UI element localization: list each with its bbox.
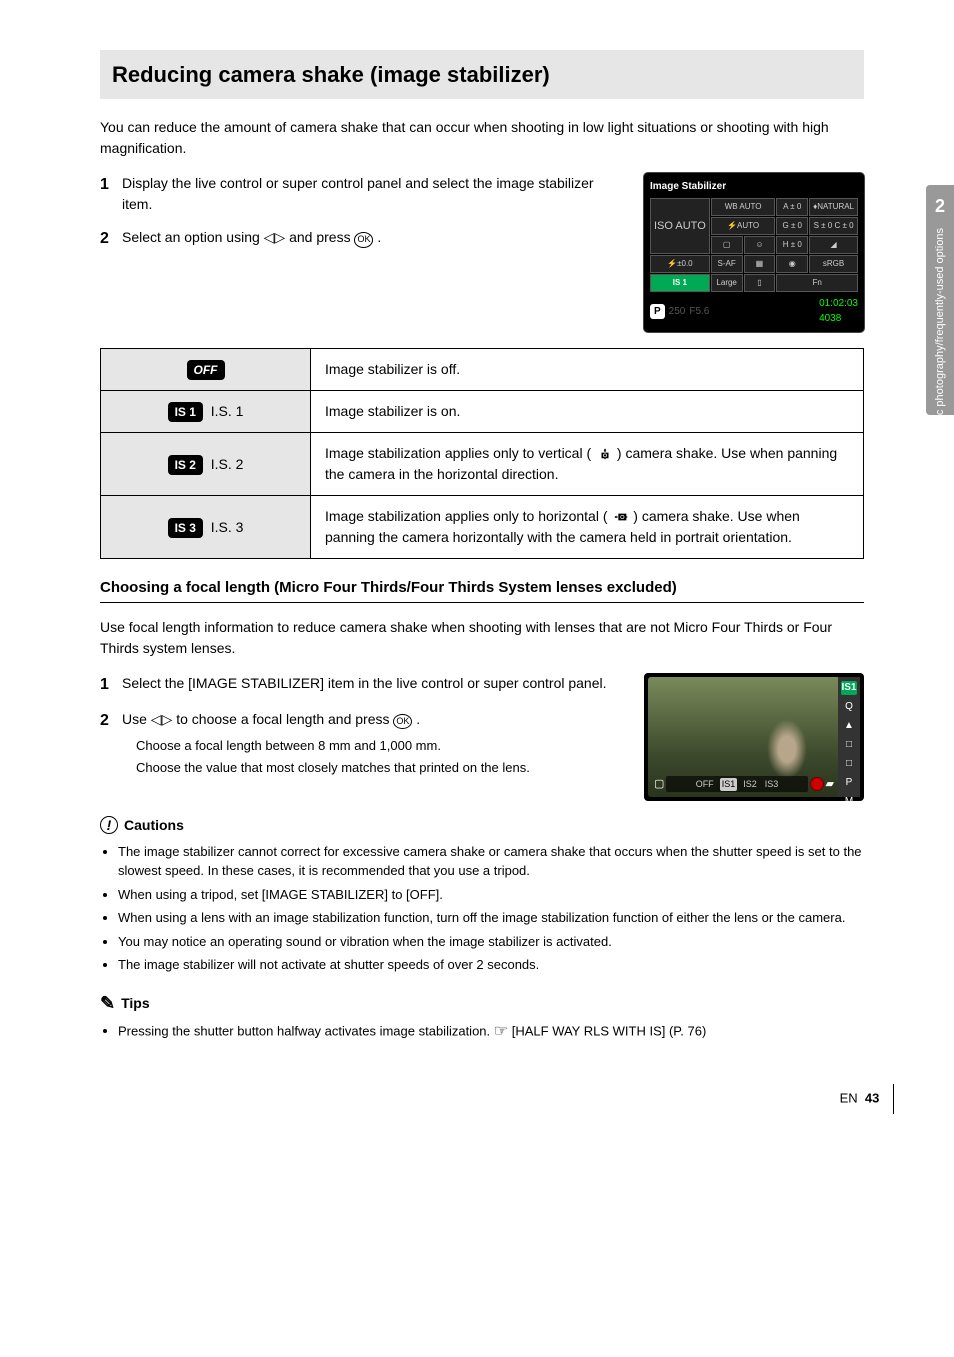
side-opt: □ bbox=[841, 757, 857, 771]
cautions-list: The image stabilizer cannot correct for … bbox=[100, 842, 864, 975]
bullet: Choose a focal length between 8 mm and 1… bbox=[136, 736, 624, 756]
tips-list: Pressing the shutter button halfway acti… bbox=[100, 1020, 864, 1044]
vertical-shake-icon bbox=[597, 447, 613, 461]
side-opt: M bbox=[841, 795, 857, 809]
mode-label: I.S. 3 bbox=[211, 519, 244, 535]
step2-a: Select an option using bbox=[122, 229, 264, 245]
sp-srgb: sRGB bbox=[809, 255, 858, 273]
sp-aspect: ▯ bbox=[744, 274, 776, 292]
page-number: 43 bbox=[865, 1090, 879, 1105]
ok-icon: OK bbox=[393, 714, 412, 730]
mode-desc: Image stabilizer is on. bbox=[311, 391, 864, 433]
sp-wb: WB AUTO bbox=[711, 198, 776, 216]
tip-item: Pressing the shutter button halfway acti… bbox=[118, 1020, 864, 1044]
mode-badge-is1: IS 1 bbox=[168, 402, 203, 422]
is-option-track: OFF IS1 IS2 IS3 bbox=[666, 776, 807, 792]
caution-item: You may notice an operating sound or vib… bbox=[118, 932, 864, 952]
sp-meter: ▦ bbox=[744, 255, 776, 273]
step-text: Select the [IMAGE STABILIZER] item in th… bbox=[122, 673, 624, 697]
side-opt: □ bbox=[841, 738, 857, 752]
step-text: Select an option using ◁▷ and press OK . bbox=[122, 227, 624, 251]
step-text: Display the live control or super contro… bbox=[122, 173, 624, 215]
focal-desc: Use focal length information to reduce c… bbox=[100, 617, 864, 659]
caution-item: When using a tripod, set [IMAGE STABILIZ… bbox=[118, 885, 864, 905]
cautions-title: Cautions bbox=[124, 815, 184, 836]
step-text: Use ◁▷ to choose a focal length and pres… bbox=[122, 711, 420, 727]
sp-h0: H ± 0 bbox=[776, 236, 808, 254]
mode-label: I.S. 1 bbox=[211, 403, 244, 419]
sp-flashauto: ⚡AUTO bbox=[711, 217, 776, 235]
ok-icon: OK bbox=[354, 232, 373, 248]
mode-label: I.S. 2 bbox=[211, 456, 244, 472]
step-number: 2 bbox=[100, 709, 122, 781]
live-control-preview: IS1 Q ▲ □ □ P M ▢ OFF IS1 IS2 IS3 ▰ bbox=[644, 673, 864, 801]
sp-aperture: F5.6 bbox=[689, 304, 709, 319]
tips-title: Tips bbox=[121, 993, 150, 1014]
left-right-icon: ◁▷ bbox=[151, 711, 173, 727]
mode-desc: Image stabilization applies only to hori… bbox=[311, 496, 864, 559]
caution-item: When using a lens with an image stabiliz… bbox=[118, 908, 864, 928]
table-row: IS 1 I.S. 1 Image stabilizer is on. bbox=[101, 391, 864, 433]
page-lang: EN bbox=[840, 1090, 858, 1105]
sp-globe: ◉ bbox=[776, 255, 808, 273]
live-side-menu: IS1 Q ▲ □ □ P M bbox=[838, 677, 860, 797]
tips-icon: ✎ bbox=[100, 994, 115, 1012]
sp-fcomp: ⚡±0.0 bbox=[650, 255, 710, 273]
sp-a0: A ± 0 bbox=[776, 198, 808, 216]
sp-grad: ◢ bbox=[809, 236, 858, 254]
section-title: Reducing camera shake (image stabilizer) bbox=[100, 50, 864, 99]
left-right-icon: ◁▷ bbox=[264, 229, 286, 245]
sp-counter: 01:02:03 4038 bbox=[819, 296, 858, 326]
reference-icon: ☞ bbox=[494, 1023, 508, 1040]
mode-table: OFF Image stabilizer is off. IS 1 I.S. 1… bbox=[100, 348, 864, 559]
record-icon bbox=[810, 777, 824, 791]
caution-icon: ! bbox=[100, 816, 118, 834]
intro-text: You can reduce the amount of camera shak… bbox=[100, 117, 864, 159]
step-number: 1 bbox=[100, 173, 122, 215]
mode-desc: Image stabilization applies only to vert… bbox=[311, 433, 864, 496]
table-row: IS 2 I.S. 2 Image stabilization applies … bbox=[101, 433, 864, 496]
side-opt: Q bbox=[841, 700, 857, 714]
sp-g0: G ± 0 bbox=[776, 217, 808, 235]
sp-shutter: 250 bbox=[669, 304, 686, 319]
sp-iso: ISO AUTO bbox=[650, 198, 710, 254]
sp-saf: S-AF bbox=[711, 255, 743, 273]
bullet: Choose the value that most closely match… bbox=[136, 758, 624, 778]
mode-badge-off: OFF bbox=[187, 360, 225, 380]
sp-fn: Fn bbox=[776, 274, 858, 292]
tip-ref: [HALF WAY RLS WITH IS] (P. 76) bbox=[512, 1023, 707, 1038]
camera-icon: ▢ bbox=[654, 776, 664, 793]
step2-b: and press bbox=[289, 229, 354, 245]
sp-face: ☺ bbox=[744, 236, 776, 254]
step2-c: . bbox=[377, 229, 381, 245]
table-row: IS 3 I.S. 3 Image stabilization applies … bbox=[101, 496, 864, 559]
sp-s0c0: S ± 0 C ± 0 bbox=[809, 217, 858, 235]
side-is1: IS1 bbox=[841, 681, 857, 695]
horizontal-shake-icon bbox=[613, 510, 629, 524]
sp-afarea: ▢ bbox=[711, 236, 743, 254]
focal-heading: Choosing a focal length (Micro Four Thir… bbox=[100, 577, 864, 603]
side-opt: P bbox=[841, 776, 857, 790]
side-tab-label: Basic photography/frequently-used option… bbox=[932, 228, 949, 437]
sp-title: Image Stabilizer bbox=[650, 179, 858, 194]
super-control-panel: Image Stabilizer ISO AUTO WB AUTO A ± 0 … bbox=[644, 173, 864, 332]
sp-large: Large bbox=[711, 274, 743, 292]
step-number: 2 bbox=[100, 227, 122, 251]
sp-is-selected: IS 1 bbox=[650, 274, 710, 292]
caution-item: The image stabilizer will not activate a… bbox=[118, 955, 864, 975]
sp-mode: P bbox=[650, 304, 665, 319]
step-number: 1 bbox=[100, 673, 122, 697]
mode-badge-is3: IS 3 bbox=[168, 518, 203, 538]
caution-item: The image stabilizer cannot correct for … bbox=[118, 842, 864, 881]
sp-nat: ♦NATURAL bbox=[809, 198, 858, 216]
mode-desc: Image stabilizer is off. bbox=[311, 349, 864, 391]
side-opt: ▲ bbox=[841, 719, 857, 733]
side-tab-num: 2 bbox=[926, 193, 954, 220]
movie-icon: ▰ bbox=[826, 776, 834, 793]
mode-badge-is2: IS 2 bbox=[168, 455, 203, 475]
table-row: OFF Image stabilizer is off. bbox=[101, 349, 864, 391]
